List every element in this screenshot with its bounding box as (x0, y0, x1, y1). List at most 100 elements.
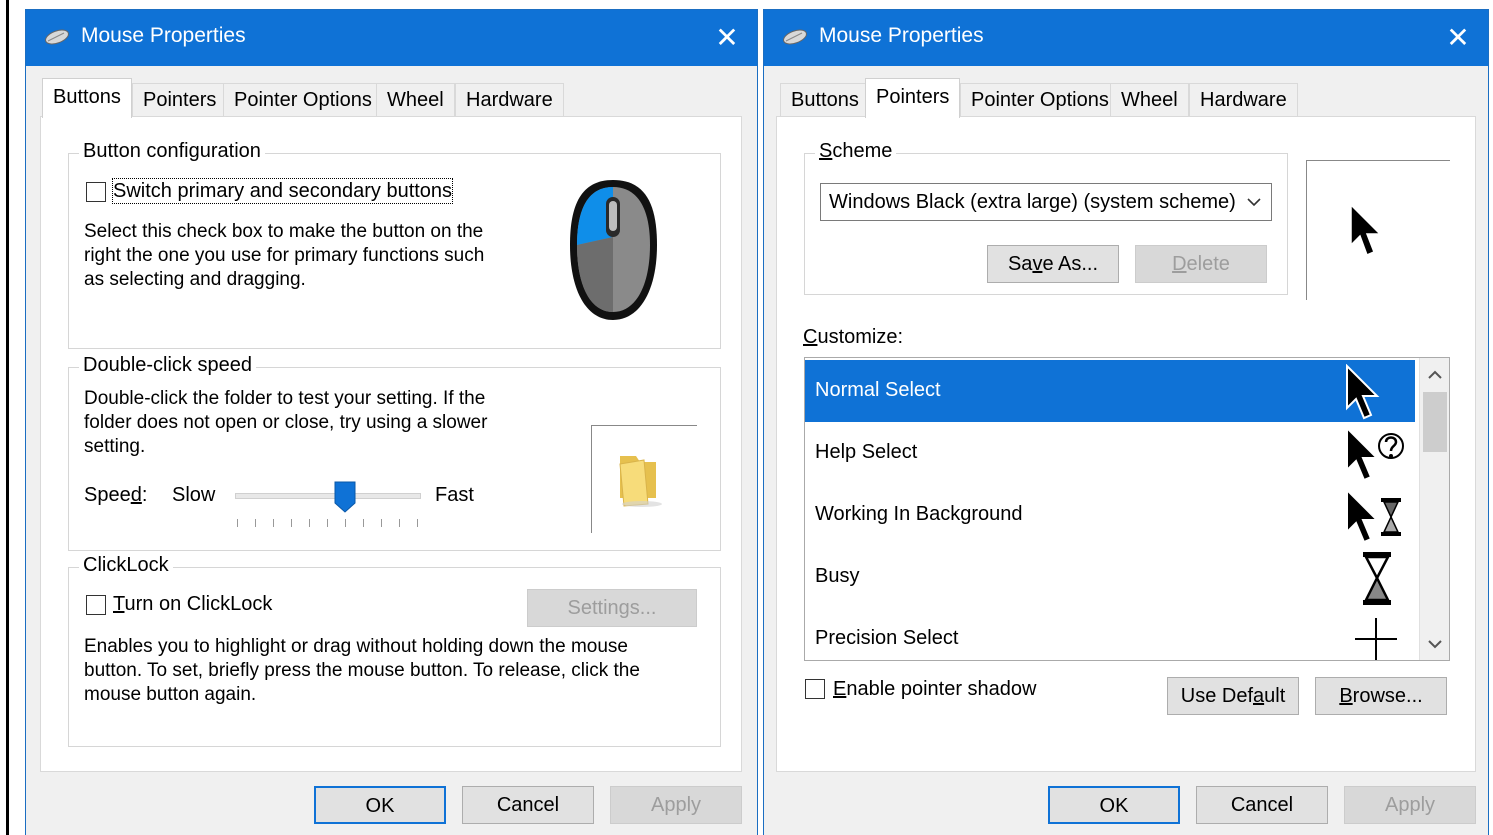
chevron-up-icon[interactable] (1428, 370, 1442, 379)
group-label-double-click-speed: Double-click speed (79, 354, 256, 377)
browse-rest: rowse... (1352, 685, 1423, 707)
delete-accel: D (1172, 253, 1187, 275)
tab-pointer-options[interactable]: Pointer Options (960, 83, 1120, 117)
list-item-precision-select[interactable]: Precision Select (805, 608, 1415, 660)
chevron-down-icon[interactable] (1428, 640, 1442, 649)
working-cursor-icon (1346, 488, 1401, 544)
pointer-preview (1306, 160, 1450, 300)
use-default-post: ult (1264, 685, 1286, 707)
use-default-button[interactable]: Use Default (1167, 677, 1299, 715)
speed-label-post: : (141, 484, 148, 506)
cancel-button[interactable]: Cancel (1196, 786, 1328, 824)
customize-label-rest: ustomize: (817, 326, 904, 348)
tab-pointers[interactable]: Pointers (865, 78, 961, 118)
slider-ticks (237, 519, 419, 527)
close-icon[interactable]: ✕ (705, 16, 749, 60)
button-config-description: Select this check box to make the button… (84, 220, 524, 292)
close-icon[interactable]: ✕ (1436, 16, 1480, 60)
use-default-accel: a (1253, 685, 1265, 707)
ok-button[interactable]: OK (314, 786, 446, 824)
clicklock-label-rest: urn on ClickLock (124, 593, 273, 615)
mouse-properties-window-buttons: Mouse Properties ✕ Buttons Pointers Poin… (25, 9, 758, 835)
folder-test-area[interactable] (591, 425, 697, 533)
tab-pointer-options[interactable]: Pointer Options (223, 83, 383, 117)
left-border-line (6, 0, 9, 835)
description-line: setting. (84, 436, 146, 457)
cursor-list[interactable]: Normal Select Help Select Working In Bac… (804, 357, 1450, 661)
clicklock-label[interactable]: Turn on ClickLock (113, 592, 272, 616)
clicklock-settings-button[interactable]: Settings... (527, 589, 697, 627)
use-default-pre: Use Def (1180, 685, 1253, 707)
list-item-busy[interactable]: Busy (805, 546, 1415, 608)
tab-wheel[interactable]: Wheel (376, 83, 455, 117)
mouse-app-icon (45, 29, 69, 45)
chevron-down-icon[interactable] (1247, 198, 1261, 207)
pointer-shadow-label[interactable]: Enable pointer shadow (833, 677, 1036, 701)
list-item-normal-select[interactable]: Normal Select (805, 360, 1415, 422)
description-line: Enables you to highlight or drag without… (84, 636, 628, 657)
description-line: button. To set, briefly press the mouse … (84, 660, 640, 681)
crosshair-cursor-icon (1355, 618, 1397, 660)
slider-tick (255, 519, 256, 527)
cancel-button[interactable]: Cancel (462, 786, 594, 824)
slider-tick (345, 519, 346, 527)
speed-label: Speed: (84, 483, 147, 507)
browse-accel: B (1339, 685, 1353, 707)
save-as-button[interactable]: Save As... (987, 245, 1119, 283)
list-item-label: Precision Select (815, 627, 959, 649)
mouse-app-icon (783, 29, 807, 45)
tab-wheel[interactable]: Wheel (1110, 83, 1189, 117)
switch-buttons-label[interactable]: Switch primary and secondary buttons (111, 178, 454, 204)
arrow-cursor-icon (1346, 364, 1380, 420)
scheme-label-rest: cheme (832, 140, 893, 162)
slider-tick (327, 519, 328, 527)
help-cursor-icon (1346, 426, 1404, 482)
ok-button[interactable]: OK (1048, 786, 1180, 824)
tab-buttons[interactable]: Buttons (780, 83, 870, 117)
switch-buttons-checkbox[interactable] (86, 182, 106, 202)
clicklock-checkbox[interactable] (86, 595, 106, 615)
scheme-selected-value: Windows Black (extra large) (system sche… (829, 191, 1236, 213)
title-bar[interactable]: Mouse Properties ✕ (26, 10, 757, 66)
description-line: right the one you use for primary functi… (84, 245, 485, 266)
customize-label: Customize: (803, 325, 903, 349)
description-line: Double-click the folder to test your set… (84, 388, 486, 409)
slider-tick (417, 519, 418, 527)
tab-buttons[interactable]: Buttons (42, 78, 132, 118)
double-click-speed-slider[interactable] (235, 493, 421, 499)
mouse-properties-window-pointers: Mouse Properties ✕ Buttons Pointers Poin… (763, 9, 1489, 835)
title-bar[interactable]: Mouse Properties ✕ (764, 10, 1488, 66)
slider-tick (309, 519, 310, 527)
group-label-button-configuration: Button configuration (79, 140, 265, 163)
folder-icon[interactable] (616, 452, 666, 508)
list-item-working-in-background[interactable]: Working In Background (805, 484, 1415, 546)
slider-tick (381, 519, 382, 527)
tab-pointers[interactable]: Pointers (132, 83, 228, 117)
slow-label: Slow (172, 484, 216, 506)
clicklock-label-accel: T (113, 593, 125, 615)
browse-button[interactable]: Browse... (1315, 677, 1447, 715)
apply-button[interactable]: Apply (610, 786, 742, 824)
double-click-description: Double-click the folder to test your set… (84, 387, 524, 459)
speed-label-pre: Spee (84, 484, 131, 506)
slider-tick (399, 519, 400, 527)
scrollbar-thumb[interactable] (1423, 392, 1447, 452)
cursor-list-scrollbar[interactable] (1419, 358, 1449, 660)
slider-thumb[interactable] (334, 481, 356, 513)
list-item-help-select[interactable]: Help Select (805, 422, 1415, 484)
scheme-dropdown[interactable]: Windows Black (extra large) (system sche… (820, 183, 1272, 221)
description-line: folder does not open or close, try using… (84, 412, 488, 433)
apply-button[interactable]: Apply (1344, 786, 1476, 824)
save-as-post: e As... (1042, 253, 1099, 275)
list-item-label: Normal Select (815, 379, 941, 401)
list-item-label: Working In Background (815, 503, 1023, 525)
slider-tick (273, 519, 274, 527)
tab-panel-pointers: Scheme Windows Black (extra large) (syst… (776, 116, 1476, 772)
speed-label-accel: d (130, 484, 142, 506)
tab-hardware[interactable]: Hardware (1189, 83, 1298, 117)
slider-tick (363, 519, 364, 527)
tab-hardware[interactable]: Hardware (455, 83, 564, 117)
pointer-shadow-checkbox[interactable] (805, 679, 825, 699)
delete-button[interactable]: Delete (1135, 245, 1267, 283)
fast-label: Fast (435, 484, 474, 506)
